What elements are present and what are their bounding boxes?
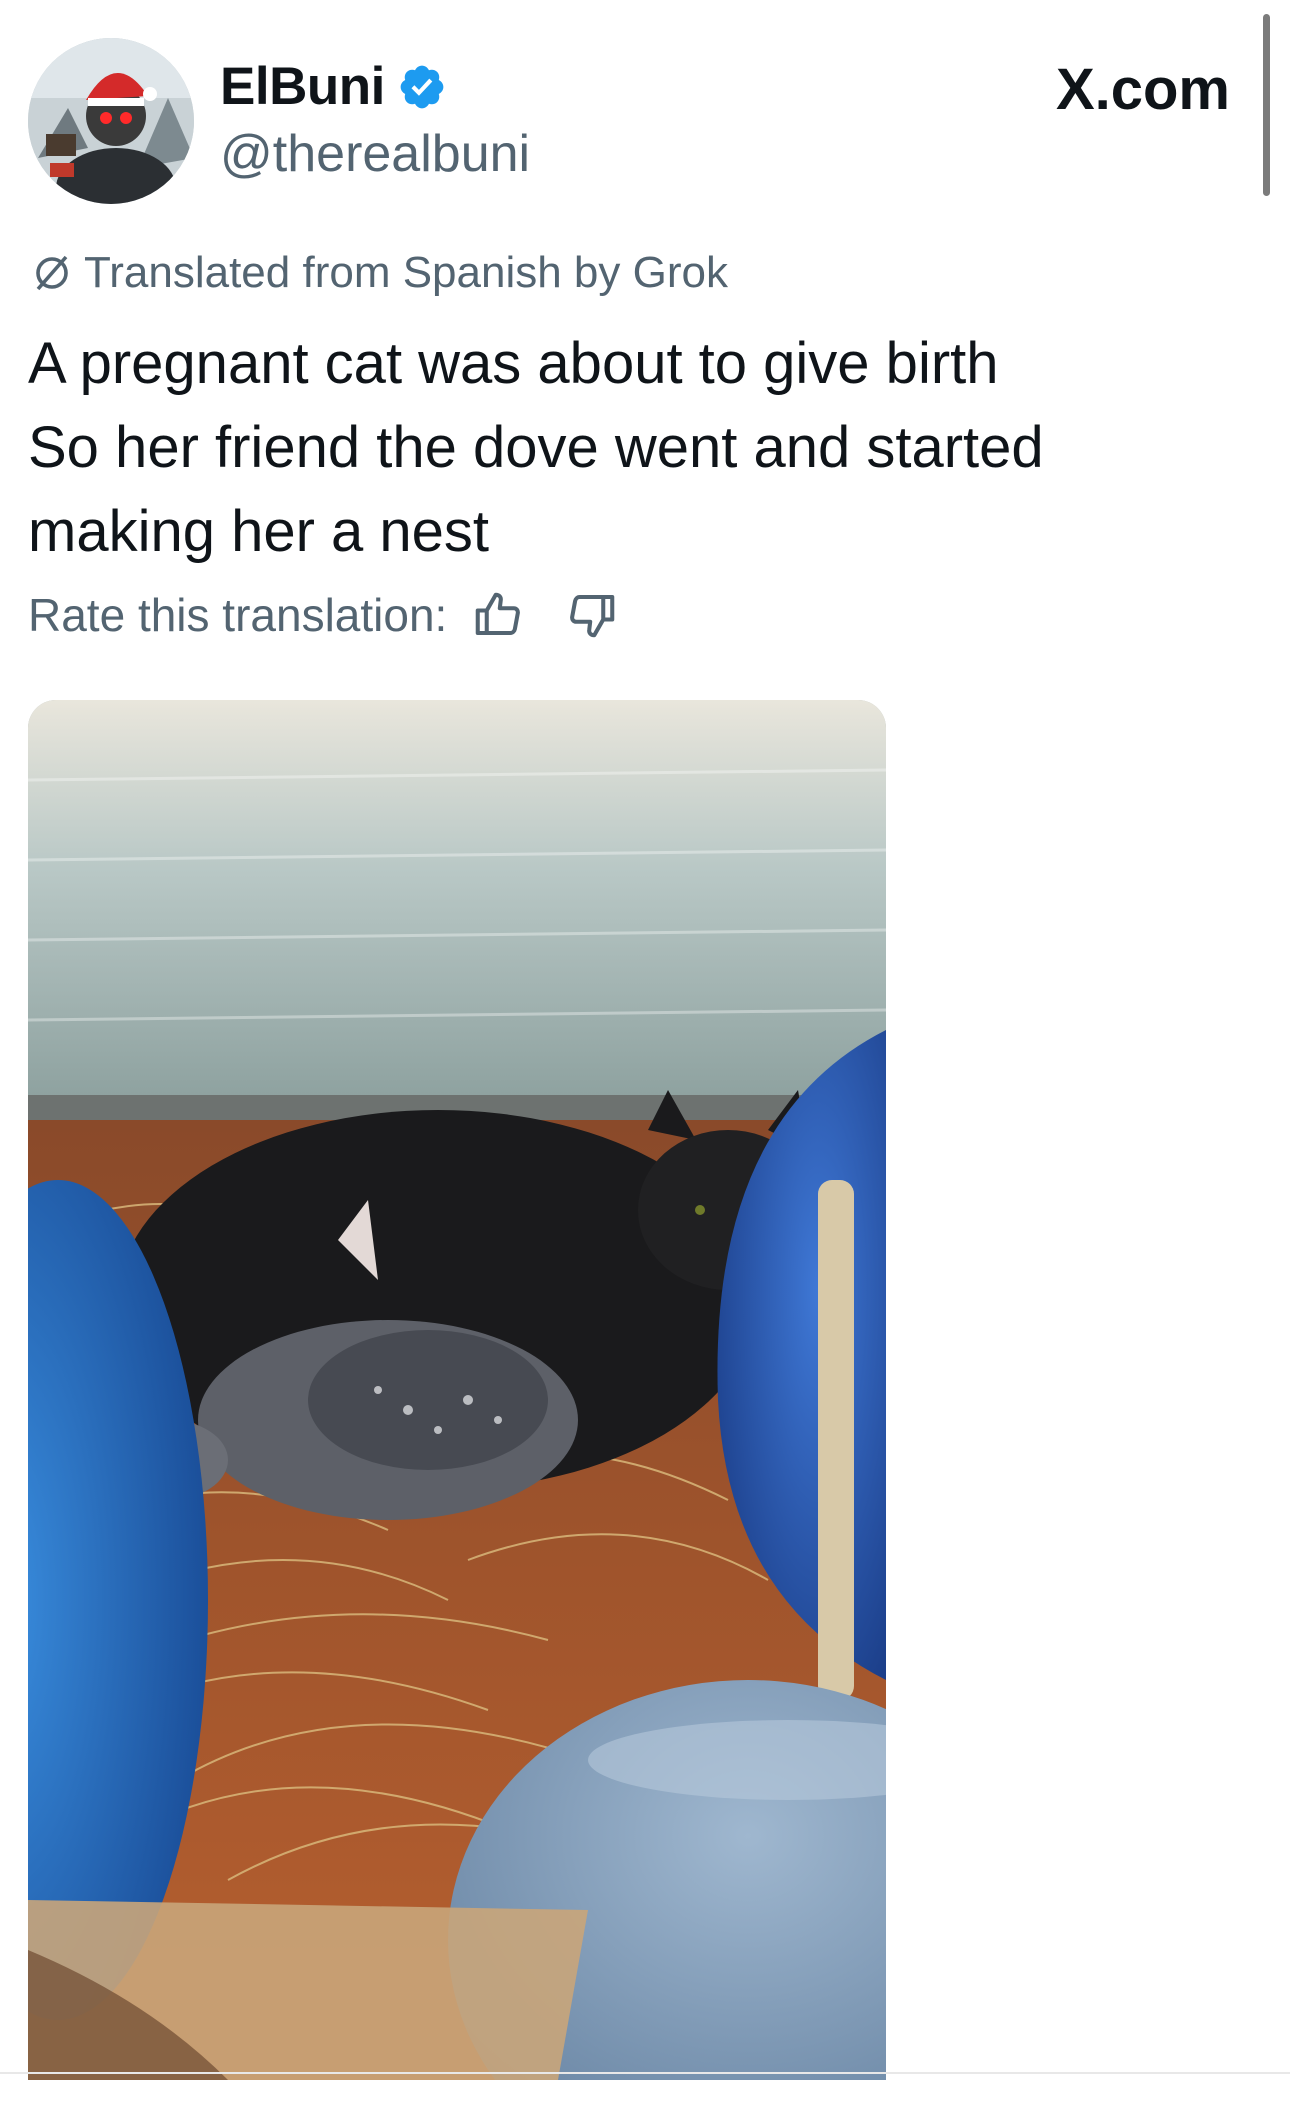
video-frame-image [28, 700, 886, 2080]
tweet-video[interactable] [28, 700, 886, 2080]
tweet-line: making her a nest [28, 499, 490, 564]
tweet-screenshot: ElBuni @therealbuni X.com Translated fro… [0, 0, 1290, 2113]
translation-notice-text: Translated from Spanish by Grok [84, 248, 728, 297]
brand-text: X.com [1055, 57, 1230, 122]
scroll-indicator[interactable] [1263, 14, 1270, 196]
translate-slash-icon [28, 249, 76, 297]
thumbs-down-icon[interactable] [565, 588, 619, 642]
translation-notice: Translated from Spanish by Grok [28, 248, 728, 298]
verified-badge-icon [397, 62, 447, 112]
rate-translation: Rate this translation: [28, 588, 619, 642]
tweet-line: A pregnant cat was about to give birth [28, 331, 999, 396]
avatar[interactable] [28, 38, 194, 204]
brand-logo[interactable]: X.com [1056, 56, 1230, 123]
tweet-line: So her friend the dove went and started [28, 415, 1044, 480]
thumbs-up-icon[interactable] [471, 588, 525, 642]
rate-translation-label: Rate this translation: [28, 589, 448, 641]
user-handle[interactable]: @therealbuni [220, 124, 530, 184]
display-name-text: ElBuni [220, 57, 385, 116]
divider [0, 2072, 1290, 2074]
display-name[interactable]: ElBuni [220, 56, 447, 117]
tweet-body: A pregnant cat was about to give birth S… [28, 322, 1248, 574]
avatar-image [28, 38, 194, 204]
